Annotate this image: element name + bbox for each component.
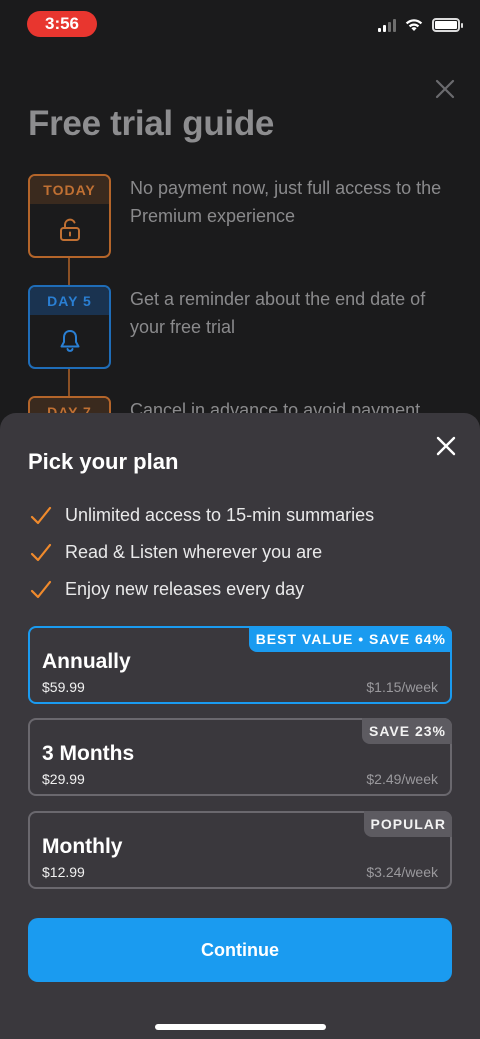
feature-item: Read & Listen wherever you are <box>30 534 374 571</box>
plan-picker-sheet: Pick your plan Unlimited access to 15-mi… <box>0 413 480 1039</box>
timeline-text: No payment now, just full access to the … <box>130 178 442 226</box>
feature-text: Read & Listen wherever you are <box>65 542 323 562</box>
plan-weekly-price: $2.49/week <box>366 771 438 787</box>
checkmark-icon <box>30 580 52 598</box>
timeline-connector <box>68 369 70 399</box>
plan-price: $29.99 <box>42 771 85 787</box>
continue-button[interactable]: Continue <box>28 918 452 982</box>
plan-name: 3 Months <box>42 742 135 765</box>
status-icons <box>378 17 463 32</box>
timeline-label: TODAY <box>30 176 109 204</box>
close-icon[interactable] <box>434 434 458 458</box>
plan-weekly-price: $3.24/week <box>366 864 438 880</box>
checkmark-icon <box>30 506 52 524</box>
plan-option-monthly[interactable]: POPULAR Monthly $12.99 $3.24/week <box>28 811 452 889</box>
plan-name: Annually <box>42 650 131 673</box>
feature-item: Unlimited access to 15-min summaries <box>30 497 374 534</box>
plan-option-annually[interactable]: BEST VALUE • SAVE 64% Annually $59.99 $1… <box>28 626 452 704</box>
timeline-badge: DAY 5 <box>28 285 111 369</box>
plan-badge: BEST VALUE • SAVE 64% <box>248 626 452 652</box>
bell-icon <box>60 330 79 352</box>
wifi-icon <box>405 19 423 31</box>
feature-list: Unlimited access to 15-min summaries Rea… <box>30 497 374 608</box>
background-close-icon[interactable] <box>434 78 456 100</box>
timeline-connector <box>68 258 70 285</box>
plan-name: Monthly <box>42 835 123 858</box>
plan-badge: POPULAR <box>363 811 452 837</box>
timeline-text: Get a reminder about the end date of you… <box>130 289 426 337</box>
page-title: Free trial guide <box>28 104 275 143</box>
feature-text: Unlimited access to 15-min summaries <box>65 505 375 525</box>
battery-icon <box>432 17 463 32</box>
unlock-icon <box>59 218 80 241</box>
sheet-title: Pick your plan <box>28 449 179 474</box>
timeline-label: DAY 5 <box>30 287 109 315</box>
plan-price: $12.99 <box>42 864 85 880</box>
timeline-badge: TODAY <box>28 174 111 258</box>
plan-option-3-months[interactable]: SAVE 23% 3 Months $29.99 $2.49/week <box>28 718 452 796</box>
plan-badge: SAVE 23% <box>362 718 452 744</box>
signal-icon <box>378 18 396 32</box>
plan-price: $59.99 <box>42 679 85 695</box>
feature-text: Enjoy new releases every day <box>65 579 305 599</box>
plan-weekly-price: $1.15/week <box>366 679 438 695</box>
status-bar: 3:56 <box>0 0 480 50</box>
checkmark-icon <box>30 543 52 561</box>
status-time: 3:56 <box>27 11 97 37</box>
home-indicator[interactable] <box>155 1024 326 1030</box>
feature-item: Enjoy new releases every day <box>30 571 374 608</box>
